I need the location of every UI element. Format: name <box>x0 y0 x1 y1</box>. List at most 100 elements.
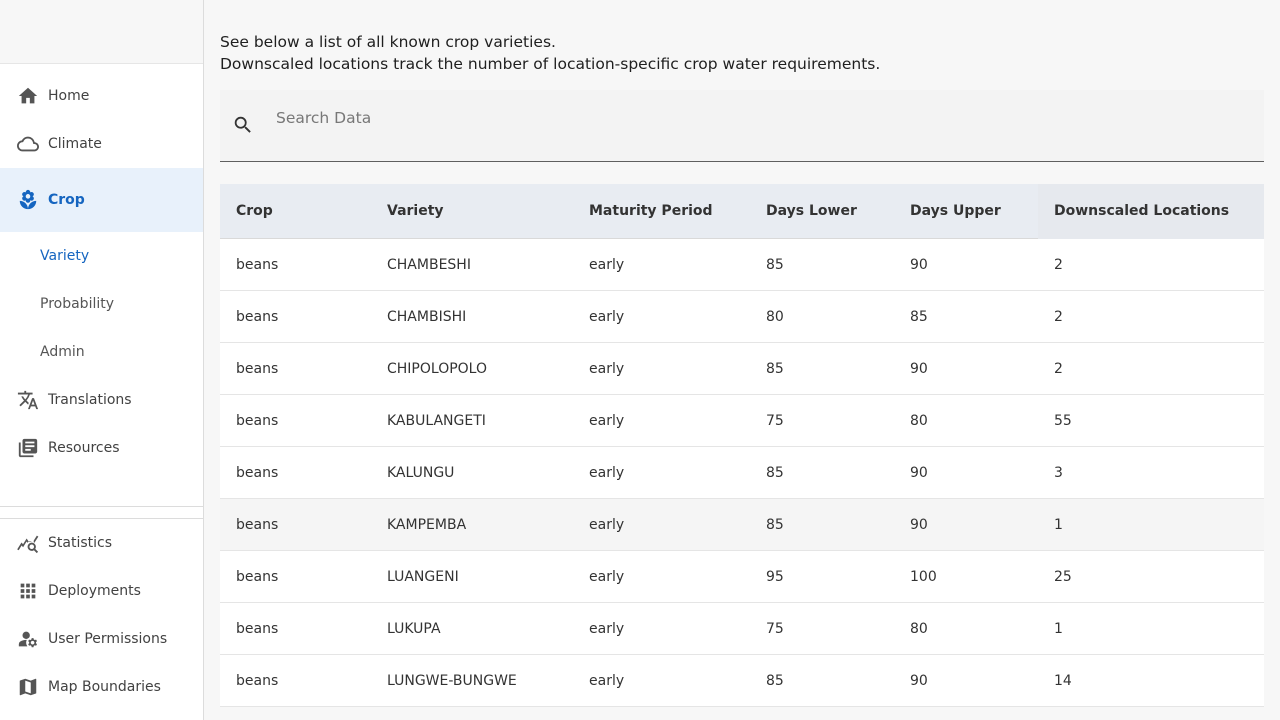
table-header: Crop Variety Maturity Period Days Lower … <box>220 183 1264 239</box>
cell-variety: KAMPEMBA <box>387 516 467 533</box>
header-variety[interactable]: Variety <box>371 203 573 219</box>
search-icon <box>232 114 256 138</box>
cell-downscaled-locations: 1 <box>1054 620 1063 637</box>
cell-downscaled-locations: 1 <box>1054 516 1063 533</box>
intro-line-2: Downscaled locations track the number of… <box>220 55 881 73</box>
cell-maturity-period: early <box>589 464 625 481</box>
cell-days-upper: 90 <box>910 256 928 273</box>
sidebar-item-crop[interactable]: Crop <box>0 168 203 232</box>
page-intro: See below a list of all known crop varie… <box>220 31 880 75</box>
header-crop[interactable]: Crop <box>220 203 371 219</box>
library-icon <box>16 436 40 460</box>
cell-days-lower: 85 <box>766 360 784 377</box>
cell-days-upper: 90 <box>910 360 928 377</box>
sidebar-item-deployments[interactable]: Deployments <box>0 567 203 615</box>
sidebar-item-label: Deployments <box>48 583 141 599</box>
cell-days-lower: 85 <box>766 516 784 533</box>
sidebar-subitem-label: Probability <box>40 296 115 312</box>
cell-days-upper: 100 <box>910 568 937 585</box>
sidebar-item-resources[interactable]: Resources <box>0 424 203 472</box>
cell-maturity-period: early <box>589 620 625 637</box>
home-icon <box>16 84 40 108</box>
user-settings-icon <box>16 627 40 651</box>
cell-downscaled-locations: 14 <box>1054 672 1072 689</box>
cell-days-lower: 80 <box>766 308 784 325</box>
cell-days-lower: 85 <box>766 672 784 689</box>
cell-crop: beans <box>236 256 279 273</box>
cell-crop: beans <box>236 516 279 533</box>
cell-maturity-period: early <box>589 516 625 533</box>
table-row[interactable]: beans KABULANGETI early 75 80 55 <box>220 395 1264 447</box>
cell-days-lower: 85 <box>766 256 784 273</box>
cell-variety: KALUNGU <box>387 464 455 481</box>
search-field[interactable] <box>220 90 1264 162</box>
cell-days-upper: 90 <box>910 672 928 689</box>
sidebar-item-climate[interactable]: Climate <box>0 120 203 168</box>
table-row[interactable]: beans LUKUPA early 75 80 1 <box>220 603 1264 655</box>
sidebar-item-label: Translations <box>48 392 132 408</box>
table-row[interactable]: beans CHIPOLOPOLO early 85 90 2 <box>220 343 1264 395</box>
header-downscaled-locations[interactable]: Downscaled Locations <box>1038 183 1264 239</box>
cell-days-lower: 85 <box>766 464 784 481</box>
sidebar-item-label: Crop <box>48 192 85 208</box>
cloud-icon <box>16 132 40 156</box>
cell-variety: CHAMBISHI <box>387 308 467 325</box>
sidebar-subitem-variety[interactable]: Variety <box>0 232 203 280</box>
cell-maturity-period: early <box>589 360 625 377</box>
sidebar-item-statistics[interactable]: Statistics <box>0 519 203 567</box>
cell-maturity-period: early <box>589 672 625 689</box>
intro-line-1: See below a list of all known crop varie… <box>220 33 556 51</box>
cell-days-upper: 80 <box>910 620 928 637</box>
sidebar: Home Climate Crop Variety Probability Ad… <box>0 0 204 720</box>
cell-crop: beans <box>236 464 279 481</box>
sidebar-subitem-label: Admin <box>40 344 85 360</box>
cell-crop: beans <box>236 360 279 377</box>
table-row[interactable]: beans LUNGWE-BUNGWE early 85 90 14 <box>220 655 1264 707</box>
table-row[interactable]: beans KALUNGU early 85 90 3 <box>220 447 1264 499</box>
cell-crop: beans <box>236 568 279 585</box>
cell-days-lower: 75 <box>766 620 784 637</box>
sidebar-item-map-boundaries[interactable]: Map Boundaries <box>0 663 203 711</box>
sidebar-item-home[interactable]: Home <box>0 72 203 120</box>
sidebar-item-user-permissions[interactable]: User Permissions <box>0 615 203 663</box>
cell-days-lower: 75 <box>766 412 784 429</box>
cell-crop: beans <box>236 620 279 637</box>
cell-crop: beans <box>236 308 279 325</box>
sidebar-item-label: Map Boundaries <box>48 679 161 695</box>
table-row[interactable]: beans CHAMBESHI early 85 90 2 <box>220 239 1264 291</box>
cell-crop: beans <box>236 412 279 429</box>
cell-crop: beans <box>236 672 279 689</box>
table-row[interactable]: beans CHAMBISHI early 80 85 2 <box>220 291 1264 343</box>
cell-days-upper: 80 <box>910 412 928 429</box>
cell-maturity-period: early <box>589 256 625 273</box>
cell-days-upper: 85 <box>910 308 928 325</box>
cell-variety: LUANGENI <box>387 568 459 585</box>
header-days-upper[interactable]: Days Upper <box>894 203 1038 219</box>
cell-days-lower: 95 <box>766 568 784 585</box>
sprout-icon <box>16 188 40 212</box>
sidebar-item-translations[interactable]: Translations <box>0 376 203 424</box>
table-body: beans CHAMBESHI early 85 90 2 beans CHAMBISHI ea… <box>220 239 1264 707</box>
cell-variety: LUKUPA <box>387 620 441 637</box>
sidebar-item-label: User Permissions <box>48 631 168 647</box>
cell-variety: KABULANGETI <box>387 412 486 429</box>
table-row[interactable]: beans LUANGENI early 95 100 25 <box>220 551 1264 603</box>
sidebar-subitem-probability[interactable]: Probability <box>0 280 203 328</box>
variety-table: Crop Variety Maturity Period Days Lower … <box>220 183 1264 707</box>
sidebar-header <box>0 0 203 64</box>
header-maturity-period[interactable]: Maturity Period <box>573 203 750 219</box>
header-days-lower[interactable]: Days Lower <box>750 203 894 219</box>
sidebar-subitem-label: Variety <box>40 248 90 264</box>
cell-variety: CHAMBESHI <box>387 256 471 273</box>
table-row[interactable]: beans KAMPEMBA early 85 90 1 <box>220 499 1264 551</box>
cell-downscaled-locations: 3 <box>1054 464 1063 481</box>
sidebar-divider <box>0 506 203 507</box>
sidebar-subitem-admin[interactable]: Admin <box>0 328 203 376</box>
sidebar-item-label: Climate <box>48 136 102 152</box>
main-content: See below a list of all known crop varie… <box>220 0 1264 720</box>
sidebar-item-label: Statistics <box>48 535 112 551</box>
apps-grid-icon <box>16 579 40 603</box>
search-input[interactable] <box>276 104 1236 132</box>
cell-downscaled-locations: 2 <box>1054 256 1063 273</box>
cell-downscaled-locations: 25 <box>1054 568 1072 585</box>
